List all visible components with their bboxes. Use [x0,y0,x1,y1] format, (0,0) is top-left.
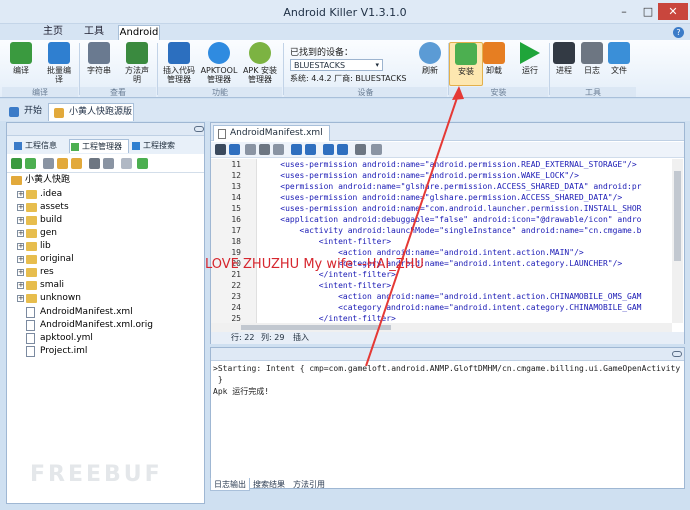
arrow-line [365,91,460,367]
annotation-arrow [365,86,464,367]
arrow-head [452,86,464,100]
